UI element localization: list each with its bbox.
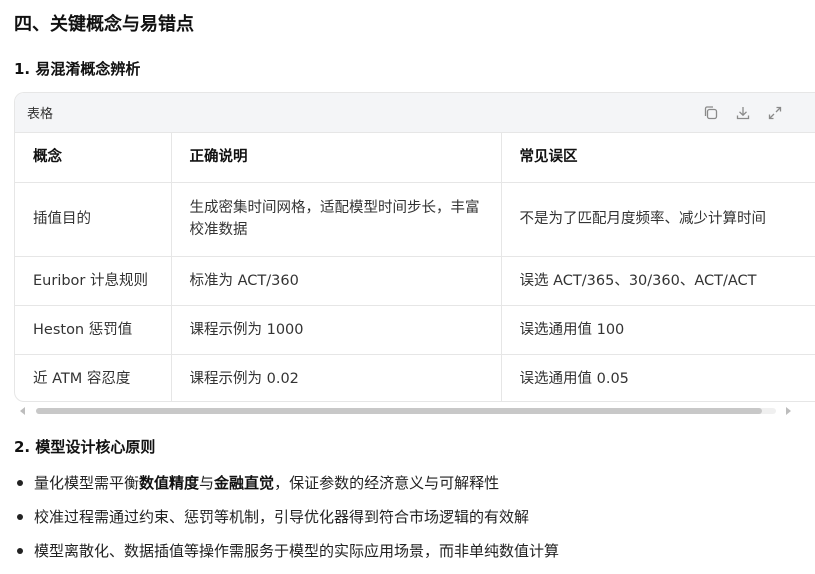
table-card-label: 表格: [27, 107, 54, 122]
table-card-header: 表格: [15, 93, 815, 133]
table-toolbar: [701, 103, 785, 123]
list-item: 模型离散化、数据插值等操作需服务于模型的实际应用场景，而非单纯数值计算: [14, 538, 559, 572]
table-cell: 插值目的: [15, 182, 172, 257]
emphasis-text: 数值精度: [139, 474, 200, 492]
table-cell: Euribor 计息规则: [15, 256, 172, 306]
table-cell: 不是为了匹配月度频率、减少计算时间: [501, 182, 815, 257]
table-cell: 课程示例为 0.02: [171, 354, 502, 401]
list-item: 量化模型需平衡数值精度与金融直觉，保证参数的经济意义与可解释性: [14, 470, 559, 504]
table-row: Heston 惩罚值 课程示例为 1000 误选通用值 100: [15, 305, 815, 355]
table-row: 插值目的 生成密集时间网格，适配模型时间步长，丰富校准数据 不是为了匹配月度频率…: [15, 182, 815, 257]
list-item-text: 与: [199, 474, 215, 492]
subsection-title-design-principles: 2. 模型设计核心原则: [14, 438, 156, 456]
header-cell: 正确说明: [171, 133, 502, 183]
table-cell: 误选 ACT/365、30/360、ACT/ACT: [501, 256, 815, 306]
subsection-title-confusing-concepts: 1. 易混淆概念辨析: [14, 60, 141, 78]
scroll-track[interactable]: [36, 408, 776, 414]
table-cell: 近 ATM 容忍度: [15, 354, 172, 401]
table-cell: 标准为 ACT/360: [171, 256, 502, 306]
table-cell: 课程示例为 1000: [171, 305, 502, 355]
list-item-text: 量化模型需平衡: [34, 474, 140, 492]
scroll-right-arrow-icon[interactable]: [786, 407, 791, 415]
principles-list: 量化模型需平衡数值精度与金融直觉，保证参数的经济意义与可解释性 校准过程需通过约…: [14, 470, 559, 572]
copy-icon[interactable]: [701, 103, 721, 123]
header-cell: 概念: [15, 133, 172, 183]
table-row: 近 ATM 容忍度 课程示例为 0.02 误选通用值 0.05: [15, 354, 815, 401]
table-cell: Heston 惩罚值: [15, 305, 172, 355]
table-cell: 误选通用值 100: [501, 305, 815, 355]
horizontal-scrollbar[interactable]: [14, 404, 799, 418]
scroll-left-arrow-icon[interactable]: [20, 407, 25, 415]
table-header-row: 概念 正确说明 常见误区: [15, 133, 815, 183]
list-item-text: ，保证参数的经济意义与可解释性: [274, 474, 500, 492]
concept-table: 概念 正确说明 常见误区 插值目的 生成密集时间网格，适配模型时间步长，丰富校准…: [15, 133, 815, 401]
list-item: 校准过程需通过约束、惩罚等机制，引导优化器得到符合市场逻辑的有效解: [14, 504, 559, 538]
header-cell: 常见误区: [501, 133, 815, 183]
table-cell: 生成密集时间网格，适配模型时间步长，丰富校准数据: [171, 182, 502, 257]
section-title: 四、关键概念与易错点: [14, 14, 194, 35]
page: 四、关键概念与易错点 1. 易混淆概念辨析 表格 概念 正确说明 常见误区 插值…: [0, 0, 815, 574]
emphasis-text: 金融直觉: [214, 474, 275, 492]
table-card: 表格 概念 正确说明 常见误区 插值目的 生成密集时间网格，适配模型时间步长，丰…: [14, 92, 815, 402]
scroll-thumb[interactable]: [36, 408, 762, 414]
table-cell: 误选通用值 0.05: [501, 354, 815, 401]
table-row: Euribor 计息规则 标准为 ACT/360 误选 ACT/365、30/3…: [15, 256, 815, 306]
download-icon[interactable]: [733, 103, 753, 123]
expand-icon[interactable]: [765, 103, 785, 123]
